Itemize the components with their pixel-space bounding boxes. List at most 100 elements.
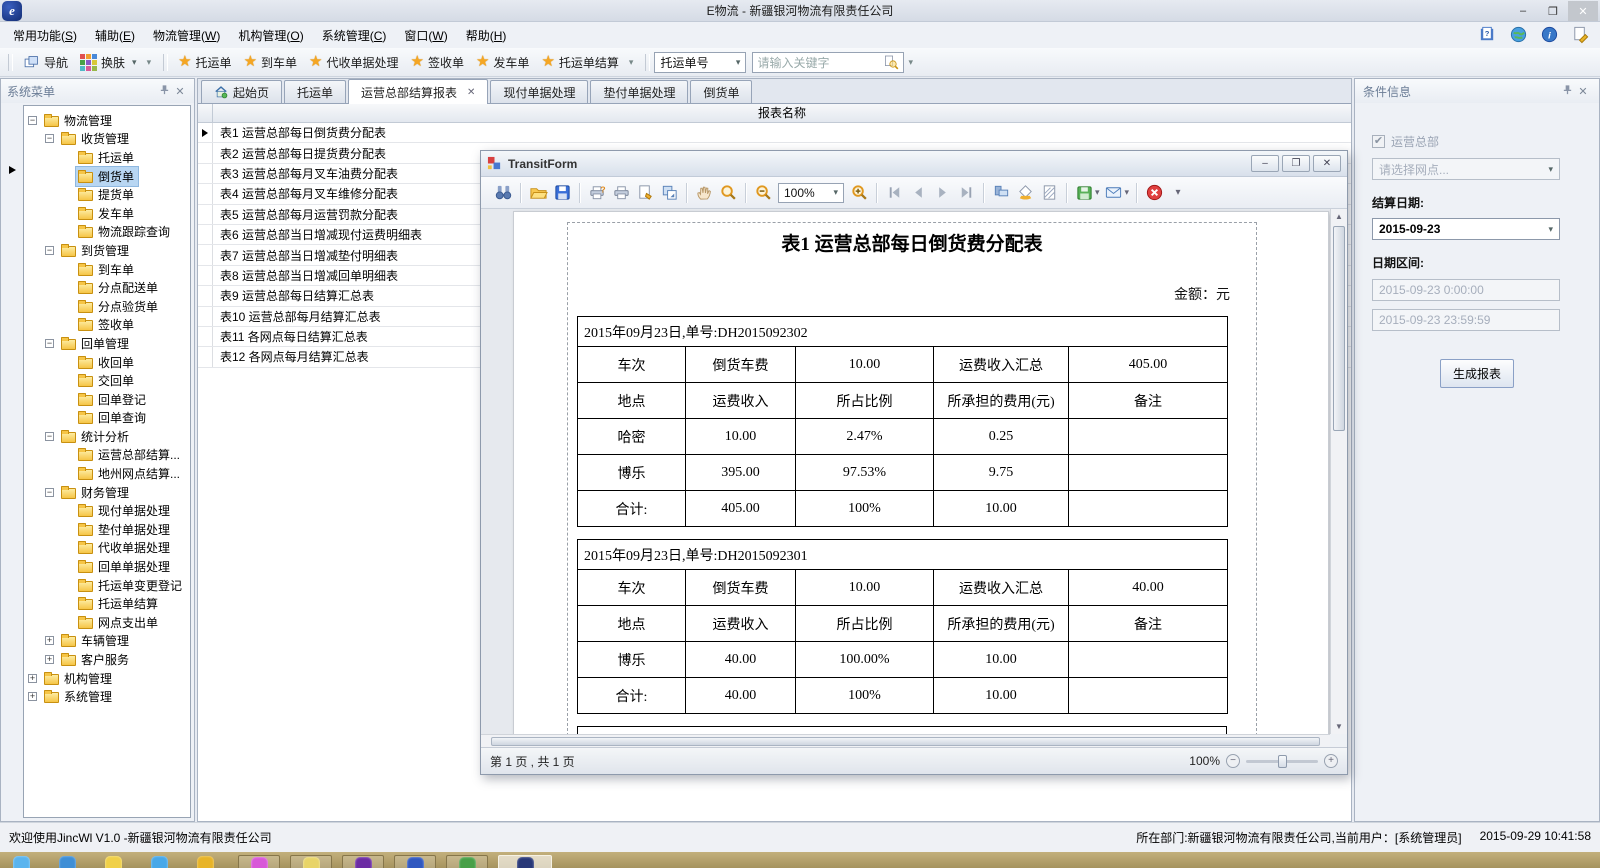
favorite-button[interactable]: ★到车单 bbox=[238, 52, 303, 73]
tree-item[interactable]: −到货管理 bbox=[24, 241, 190, 260]
tree-item[interactable]: −物流管理 bbox=[24, 111, 190, 130]
tree-item-body[interactable]: 分点验货单 bbox=[76, 297, 162, 316]
tree-item[interactable]: 回单查询 bbox=[24, 409, 190, 428]
headquarters-checkbox[interactable]: ✔ bbox=[1372, 135, 1385, 148]
tree-item-body[interactable]: 收回单 bbox=[76, 353, 138, 372]
last-page-icon[interactable] bbox=[954, 181, 978, 205]
toolbar-overflow-button[interactable]: ▾ bbox=[904, 57, 917, 68]
tree-item[interactable]: −统计分析 bbox=[24, 427, 190, 446]
report-list-row[interactable]: 表1 运营总部每日倒货费分配表 bbox=[198, 123, 1351, 143]
globe-icon[interactable] bbox=[1509, 25, 1528, 44]
close-icon[interactable]: ✕ bbox=[172, 85, 188, 98]
tree-item[interactable]: 托运单结算 bbox=[24, 594, 190, 613]
toolbar-overflow-button[interactable]: ▾ bbox=[143, 57, 156, 68]
tree-item-body[interactable]: 现付单据处理 bbox=[76, 501, 174, 520]
prev-page-icon[interactable] bbox=[906, 181, 930, 205]
bookmarks-icon[interactable] bbox=[989, 181, 1013, 205]
taskbar-icon[interactable] bbox=[146, 855, 172, 868]
scroll-down-icon[interactable]: ▼ bbox=[1331, 719, 1347, 734]
tree-item-body[interactable]: 回单管理 bbox=[59, 334, 133, 353]
chevron-down-icon[interactable]: ▾ bbox=[1095, 187, 1100, 198]
menu-item-w[interactable]: 窗口(W) bbox=[395, 23, 456, 48]
zoom-out-button[interactable]: − bbox=[1226, 754, 1240, 768]
menu-item-o[interactable]: 机构管理(O) bbox=[229, 23, 312, 48]
info-icon[interactable]: i bbox=[1540, 25, 1559, 44]
skin-button[interactable]: 换肤 ▾ bbox=[74, 52, 143, 73]
tree-item[interactable]: −收货管理 bbox=[24, 130, 190, 149]
taskbar-icon[interactable] bbox=[54, 855, 80, 868]
hand-icon[interactable] bbox=[692, 181, 716, 205]
tree-item-body[interactable]: 代收单据处理 bbox=[76, 538, 174, 557]
pin-icon[interactable] bbox=[156, 84, 172, 98]
tree-item-body[interactable]: 收货管理 bbox=[59, 129, 133, 148]
zoom-slider[interactable] bbox=[1246, 760, 1318, 763]
tree-item-body[interactable]: 地州网点结算... bbox=[76, 464, 184, 483]
toolbar-overflow-button[interactable]: ▾ bbox=[625, 57, 638, 68]
export-icon[interactable] bbox=[1072, 181, 1096, 205]
scrollbar-thumb[interactable] bbox=[491, 737, 1320, 746]
tree-item-body[interactable]: 网点支出单 bbox=[76, 613, 162, 632]
tree-item[interactable]: 到车单 bbox=[24, 260, 190, 279]
magnifier-icon[interactable] bbox=[716, 181, 740, 205]
tree-item[interactable]: 发车单 bbox=[24, 204, 190, 223]
tab-4[interactable]: 垫付单据处理 bbox=[590, 80, 688, 103]
search-icon[interactable] bbox=[883, 54, 899, 70]
toolbar-grip[interactable] bbox=[8, 54, 13, 71]
tree-item[interactable]: 网点支出单 bbox=[24, 613, 190, 632]
print-icon[interactable] bbox=[609, 181, 633, 205]
taskbar-icon[interactable] bbox=[446, 855, 488, 868]
maximize-button[interactable]: ❐ bbox=[1282, 155, 1310, 172]
tree-item[interactable]: 地州网点结算... bbox=[24, 464, 190, 483]
tree-item-body[interactable]: 分点配送单 bbox=[76, 278, 162, 297]
menu-item-e[interactable]: 辅助(E) bbox=[86, 23, 144, 48]
tree-item[interactable]: 回单单据处理 bbox=[24, 557, 190, 576]
taskbar-icon[interactable] bbox=[342, 855, 384, 868]
tree-item-body[interactable]: 车辆管理 bbox=[59, 631, 133, 650]
collapse-icon[interactable]: − bbox=[45, 134, 54, 143]
help-book-icon[interactable]: ? bbox=[1478, 25, 1497, 44]
next-page-icon[interactable] bbox=[930, 181, 954, 205]
tree-item[interactable]: 交回单 bbox=[24, 371, 190, 390]
tree-item[interactable]: +客户服务 bbox=[24, 650, 190, 669]
tree-item[interactable]: 分点验货单 bbox=[24, 297, 190, 316]
tree-item-body[interactable]: 提货单 bbox=[76, 185, 138, 204]
tree-item[interactable]: 倒货单 bbox=[24, 167, 190, 186]
tree-item[interactable]: 分点配送单 bbox=[24, 278, 190, 297]
overflow-icon[interactable]: ▾ bbox=[1166, 181, 1190, 205]
zoom-in-icon[interactable] bbox=[847, 181, 871, 205]
tree-item[interactable]: 代收单据处理 bbox=[24, 539, 190, 558]
collapse-icon[interactable]: − bbox=[45, 488, 54, 497]
tree-item-body[interactable]: 交回单 bbox=[76, 371, 138, 390]
favorite-button[interactable]: ★代收单据处理 bbox=[303, 52, 404, 73]
close-button[interactable]: ✕ bbox=[1313, 155, 1341, 172]
open-icon[interactable] bbox=[526, 181, 550, 205]
tree-item[interactable]: −财务管理 bbox=[24, 483, 190, 502]
settle-date-combo[interactable]: 2015-09-23 ▾ bbox=[1372, 218, 1560, 240]
taskbar-icon[interactable] bbox=[192, 855, 218, 868]
tab-0[interactable]: 起始页 bbox=[201, 80, 282, 103]
tree-item-body[interactable]: 财务管理 bbox=[59, 483, 133, 502]
tree-item-body[interactable]: 回单单据处理 bbox=[76, 557, 174, 576]
tree-item[interactable]: 运营总部结算... bbox=[24, 446, 190, 465]
tree-item[interactable]: + 车辆管理 bbox=[24, 632, 190, 651]
menu-item-c[interactable]: 系统管理(C) bbox=[313, 23, 396, 48]
tree-item-body[interactable]: 到货管理 bbox=[59, 241, 133, 260]
navigation-button[interactable]: 导航 bbox=[17, 52, 74, 73]
favorite-button[interactable]: ★托运单结算 bbox=[535, 52, 624, 73]
collapse-icon[interactable]: − bbox=[45, 339, 54, 348]
range-start-input[interactable]: 2015-09-23 0:00:00 bbox=[1372, 279, 1560, 301]
expand-icon[interactable]: + bbox=[45, 636, 54, 645]
tree-item[interactable]: +机构管理 bbox=[24, 669, 190, 688]
tree-item-body[interactable]: 物流管理 bbox=[42, 111, 116, 130]
favorite-button[interactable]: ★托运单 bbox=[172, 52, 237, 73]
page-setup-icon[interactable] bbox=[633, 181, 657, 205]
horizontal-scrollbar[interactable] bbox=[481, 734, 1330, 747]
tree-item[interactable]: −回单管理 bbox=[24, 334, 190, 353]
tab-3[interactable]: 现付单据处理 bbox=[490, 80, 588, 103]
tree-item-body[interactable]: 统计分析 bbox=[59, 427, 133, 446]
close-button[interactable]: ✕ bbox=[1568, 1, 1598, 21]
multi-page-icon[interactable] bbox=[657, 181, 681, 205]
expand-icon[interactable]: + bbox=[28, 674, 37, 683]
tree-item-body[interactable]: 客户服务 bbox=[59, 650, 133, 669]
tree-item[interactable]: 签收单 bbox=[24, 316, 190, 335]
